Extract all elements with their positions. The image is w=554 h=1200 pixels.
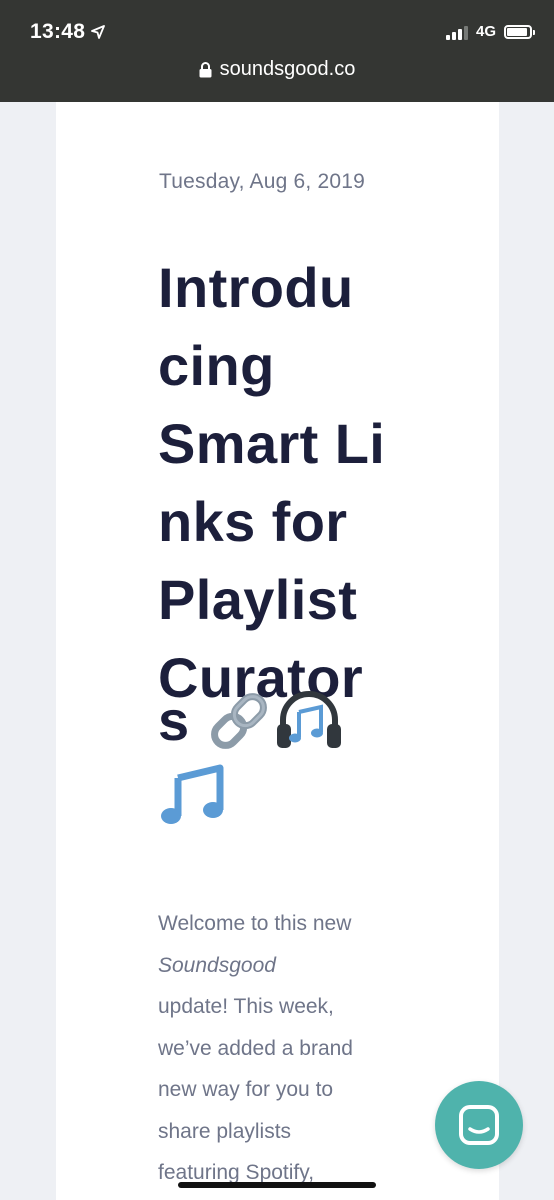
post-title: Introdu cing Smart Li nks for Playlist C… — [158, 249, 390, 717]
post-body-line: update! This week, — [158, 995, 334, 1018]
post-body-line: new way for you to — [158, 1078, 334, 1101]
lock-icon — [199, 61, 212, 77]
status-time-text: 13:48 — [30, 20, 86, 43]
post-body-line: Welcome to this new — [158, 912, 352, 935]
musical-notes-icon — [161, 764, 224, 824]
status-time: 13:48 — [30, 20, 106, 44]
headphones-icon — [277, 691, 342, 748]
post-body: Welcome to this new Soundsgood update! T… — [158, 903, 398, 1194]
chat-launcher-button[interactable] — [435, 1081, 523, 1169]
post-body-line: Soundsgood — [158, 945, 398, 987]
post-title-line: Introdu — [158, 256, 354, 319]
status-indicators: 4G — [445, 23, 535, 40]
post-title-line: s — [158, 689, 190, 752]
post-title-line: nks for — [158, 490, 348, 553]
signal-icon — [445, 24, 470, 40]
title-emoji-row-2 — [158, 764, 228, 826]
location-arrow-icon — [91, 25, 106, 39]
link-icon — [211, 693, 268, 749]
post-date: Tuesday, Aug 6, 2019 — [159, 170, 365, 193]
url-text: soundsgood.co — [219, 58, 356, 80]
post-title-last-line: s — [158, 690, 343, 752]
chat-bubble-icon — [459, 1105, 499, 1145]
battery-icon — [504, 24, 535, 39]
network-type: 4G — [475, 23, 496, 40]
status-bar: 13:48 4G soundsgood.co — [0, 0, 554, 102]
address-bar[interactable]: soundsgood.co — [0, 58, 554, 81]
post-body-line: share playlists — [158, 1119, 292, 1143]
home-indicator[interactable] — [178, 1182, 376, 1188]
post-body-line: we’ve added a brand — [158, 1036, 353, 1060]
post-title-line: Smart Li — [158, 412, 386, 475]
brand-name: Soundsgood — [158, 953, 276, 977]
post-title-line: cing — [158, 334, 275, 397]
post-title-line: Playlist — [158, 568, 358, 631]
